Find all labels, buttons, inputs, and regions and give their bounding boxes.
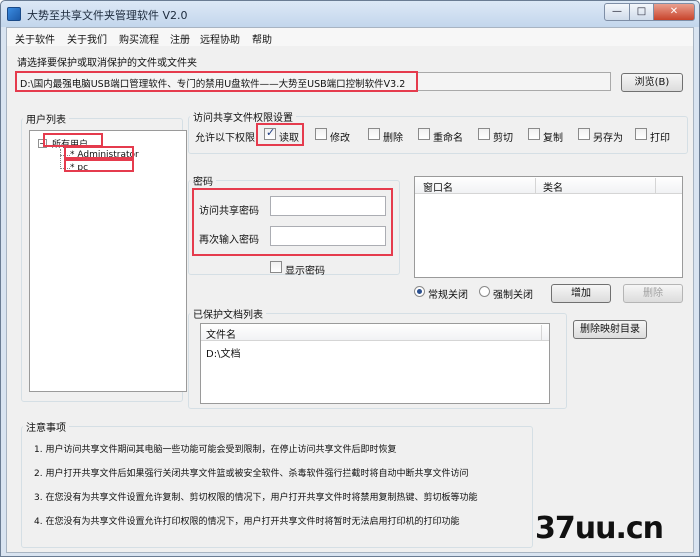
notes-title: 注意事项 xyxy=(23,419,69,434)
tree-line xyxy=(60,168,70,169)
minimize-button[interactable]: — xyxy=(604,3,630,21)
tree-user-pc[interactable]: * pc xyxy=(70,163,88,173)
rename-checkbox[interactable] xyxy=(418,128,430,140)
tree-user-label: Administrator xyxy=(77,150,139,160)
note-item: 2. 用户打开共享文件后如果强行关闭共享文件篮或被安全软件、杀毒软件强行拦截时将… xyxy=(34,469,469,479)
allow-label: 允许以下权限 xyxy=(195,133,255,144)
access-password-input[interactable] xyxy=(270,196,386,216)
force-close-label: 强制关闭 xyxy=(493,290,533,301)
window-list-header: 窗口名 类名 xyxy=(415,177,682,194)
delete-label: 删除 xyxy=(383,133,403,144)
save-as-label: 另存为 xyxy=(593,133,623,144)
modify-label: 修改 xyxy=(330,133,350,144)
tree-root-all-users[interactable]: 所有用户 xyxy=(52,137,88,150)
modify-checkbox[interactable] xyxy=(315,128,327,140)
close-button[interactable]: ✕ xyxy=(653,3,695,21)
menu-bar: 关于软件 关于我们 购买流程 注册 远程协助 帮助 xyxy=(7,28,693,46)
menu-about-us[interactable]: 关于我们 xyxy=(67,31,107,46)
save-as-checkbox[interactable] xyxy=(578,128,590,140)
maximize-button[interactable]: □ xyxy=(629,3,654,21)
menu-remote-assist[interactable]: 远程协助 xyxy=(200,31,240,46)
protected-list-header: 文件名 xyxy=(201,324,549,341)
column-class-name[interactable]: 类名 xyxy=(543,179,563,194)
print-checkbox[interactable] xyxy=(635,128,647,140)
window-list[interactable]: 窗口名 类名 xyxy=(414,176,683,278)
menu-about-software[interactable]: 关于软件 xyxy=(15,31,55,46)
column-window-name[interactable]: 窗口名 xyxy=(423,179,453,194)
read-label: 读取 xyxy=(279,133,299,144)
app-window: 大势至共享文件夹管理软件 V2.0 — □ ✕ 关于软件 关于我们 购买流程 注… xyxy=(0,0,700,557)
app-icon xyxy=(7,7,21,21)
browse-button[interactable]: 浏览(B) xyxy=(621,73,683,92)
show-password-checkbox[interactable] xyxy=(270,261,282,273)
tree-line xyxy=(60,155,70,156)
path-label: 请选择要保护或取消保护的文件或文件夹 xyxy=(17,58,197,69)
show-password-label: 显示密码 xyxy=(285,266,325,277)
normal-close-label: 常规关闭 xyxy=(428,290,468,301)
user-tree[interactable]: − 所有用户 * Administrator * pc xyxy=(29,130,187,392)
column-file-name[interactable]: 文件名 xyxy=(206,326,236,341)
site-watermark: 37uu.cn xyxy=(535,511,664,546)
menu-help[interactable]: 帮助 xyxy=(252,31,272,46)
cut-checkbox[interactable] xyxy=(478,128,490,140)
client-area: 关于软件 关于我们 购买流程 注册 远程协助 帮助 请选择要保护或取消保护的文件… xyxy=(6,27,694,553)
read-checkbox[interactable] xyxy=(264,126,276,140)
note-item: 1. 用户访问共享文件期间其电脑一些功能可能会受到限制，在停止访问共享文件后即时… xyxy=(34,445,397,455)
access-password-label: 访问共享密码 xyxy=(199,206,259,217)
force-close-radio[interactable] xyxy=(479,286,490,297)
copy-checkbox[interactable] xyxy=(528,128,540,140)
cut-label: 剪切 xyxy=(493,133,513,144)
column-separator xyxy=(655,178,656,193)
protected-list[interactable]: 文件名 D:\文档 xyxy=(200,323,550,404)
delete-checkbox[interactable] xyxy=(368,128,380,140)
add-button[interactable]: 增加 xyxy=(551,284,611,303)
collapse-icon[interactable]: − xyxy=(38,139,47,148)
column-separator xyxy=(535,178,536,193)
normal-close-radio[interactable] xyxy=(414,286,425,297)
print-label: 打印 xyxy=(650,133,670,144)
delete-mapping-button[interactable]: 删除映射目录 xyxy=(573,320,647,339)
rename-label: 重命名 xyxy=(433,133,463,144)
tree-user-administrator[interactable]: * Administrator xyxy=(70,150,139,160)
user-list-title: 用户列表 xyxy=(23,111,69,126)
permission-title: 访问共享文件权限设置 xyxy=(190,109,296,124)
title-bar[interactable]: 大势至共享文件夹管理软件 V2.0 — □ ✕ xyxy=(1,1,699,27)
menu-purchase[interactable]: 购买流程 xyxy=(119,31,159,46)
note-item: 3. 在您没有为共享文件设置允许复制、剪切权限的情况下，用户打开共享文件时将禁用… xyxy=(34,493,478,503)
confirm-password-input[interactable] xyxy=(270,226,386,246)
protected-title: 已保护文档列表 xyxy=(190,306,266,321)
window-title: 大势至共享文件夹管理软件 V2.0 xyxy=(27,9,188,22)
protected-row[interactable]: D:\文档 xyxy=(206,345,240,360)
password-title: 密码 xyxy=(190,173,216,188)
path-input[interactable]: D:\国内最强电脑USB端口管理软件、专门的禁用U盘软件——大势至USB端口控制… xyxy=(15,72,611,91)
menu-register[interactable]: 注册 xyxy=(170,31,190,46)
note-item: 4. 在您没有为共享文件设置允许打印权限的情况下，用户打开共享文件时将暂时无法启… xyxy=(34,517,460,527)
column-separator xyxy=(541,325,542,340)
delete-window-button[interactable]: 删除 xyxy=(623,284,683,303)
tree-line xyxy=(60,149,61,169)
confirm-password-label: 再次输入密码 xyxy=(199,235,259,246)
copy-label: 复制 xyxy=(543,133,563,144)
tree-user-label: pc xyxy=(77,163,89,173)
